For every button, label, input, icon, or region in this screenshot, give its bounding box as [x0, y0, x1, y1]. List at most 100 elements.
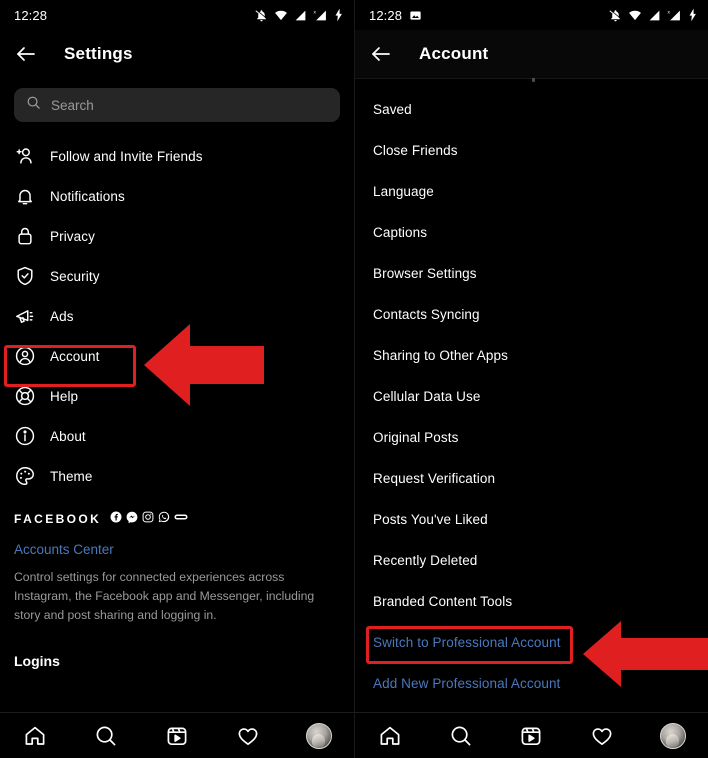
- list-item[interactable]: Language: [355, 171, 708, 212]
- sidebar-item-label: Help: [50, 388, 79, 404]
- dual-screenshot-container: 12:28 x Settings Search Follow and Invit…: [0, 0, 708, 758]
- list-item[interactable]: Sharing to Other Apps: [355, 335, 708, 376]
- list-item[interactable]: Recently Deleted: [355, 540, 708, 581]
- list-item-add-new-professional-account[interactable]: Add New Professional Account: [355, 663, 708, 704]
- facebook-icon: [110, 510, 122, 528]
- palette-icon: [14, 465, 36, 487]
- sidebar-item-label: About: [50, 428, 86, 444]
- back-arrow-icon[interactable]: [369, 42, 393, 66]
- list-item-label: Browser Settings: [373, 266, 477, 281]
- portal-icon: [174, 510, 188, 528]
- status-icons-right: x: [255, 8, 344, 22]
- messenger-icon: [126, 510, 138, 528]
- info-circle-icon: [14, 425, 36, 447]
- facebook-brand-label: FACEBOOK: [14, 512, 102, 526]
- accounts-center-link[interactable]: Accounts Center: [14, 542, 340, 557]
- nav-heart-icon[interactable]: [582, 720, 622, 752]
- bottom-nav-right: [355, 712, 708, 758]
- facebook-description: Control settings for connected experienc…: [14, 570, 315, 622]
- nav-search-icon[interactable]: [86, 720, 126, 752]
- logins-section-title: Logins: [14, 653, 60, 669]
- sidebar-item-label: Security: [50, 268, 100, 284]
- list-item-switch-to-professional-account[interactable]: Switch to Professional Account: [355, 622, 708, 663]
- nav-search-icon[interactable]: [441, 720, 481, 752]
- list-item[interactable]: Close Friends: [355, 130, 708, 171]
- sidebar-item-theme[interactable]: Theme: [0, 456, 354, 496]
- nav-profile-avatar[interactable]: [653, 720, 693, 752]
- shield-check-icon: [14, 265, 36, 287]
- search-bar-wrapper: Search: [0, 78, 354, 122]
- list-item-label: Language: [373, 184, 434, 199]
- sidebar-item-about[interactable]: About: [0, 416, 354, 456]
- battery-charging-icon: [688, 8, 698, 22]
- list-item[interactable]: Contacts Syncing: [355, 294, 708, 335]
- list-item-label: Original Posts: [373, 430, 459, 445]
- svg-text:x: x: [313, 10, 316, 15]
- sidebar-item-label: Notifications: [50, 188, 125, 204]
- status-time: 12:28: [369, 7, 403, 23]
- account-header: Account: [355, 30, 708, 78]
- settings-header: Settings: [0, 30, 354, 78]
- status-bar-left: 12:28 x: [0, 0, 354, 30]
- list-item[interactable]: Saved: [355, 89, 708, 130]
- back-arrow-icon[interactable]: [14, 42, 38, 66]
- account-screen: 12:28 x Account Saved Close Friends Lang…: [354, 0, 708, 758]
- list-item-label: Recently Deleted: [373, 553, 478, 568]
- page-title: Settings: [64, 44, 133, 63]
- status-icons-right: x: [609, 8, 698, 22]
- list-item-label: Posts You've Liked: [373, 512, 488, 527]
- list-item[interactable]: Posts You've Liked: [355, 499, 708, 540]
- search-icon: [26, 95, 41, 115]
- bell-muted-icon: [255, 9, 268, 22]
- list-item-label: Contacts Syncing: [373, 307, 480, 322]
- list-item[interactable]: Cellular Data Use: [355, 376, 708, 417]
- nav-reels-icon[interactable]: [157, 720, 197, 752]
- facebook-section: FACEBOOK Accounts Center Control setting…: [0, 496, 354, 669]
- bell-muted-icon: [609, 9, 622, 22]
- avatar: [659, 722, 686, 749]
- nav-heart-icon[interactable]: [228, 720, 268, 752]
- list-item[interactable]: Branded Content Tools: [355, 581, 708, 622]
- sidebar-item-account[interactable]: Account: [0, 336, 354, 376]
- status-time: 12:28: [14, 7, 48, 23]
- list-item-label: Sharing to Other Apps: [373, 348, 508, 363]
- list-item-label: Cellular Data Use: [373, 389, 481, 404]
- list-item-label: Captions: [373, 225, 428, 240]
- nav-profile-avatar[interactable]: [299, 720, 339, 752]
- list-item[interactable]: Request Verification: [355, 458, 708, 499]
- sidebar-item-follow-and-invite-friends[interactable]: Follow and Invite Friends: [0, 136, 354, 176]
- list-item-label: Switch to Professional Account: [373, 635, 561, 650]
- facebook-family-icons: [110, 510, 188, 528]
- signal-no-sim-icon: x: [667, 9, 682, 22]
- sidebar-item-privacy[interactable]: Privacy: [0, 216, 354, 256]
- account-circle-icon: [14, 345, 36, 367]
- sidebar-item-notifications[interactable]: Notifications: [0, 176, 354, 216]
- sidebar-item-ads[interactable]: Ads: [0, 296, 354, 336]
- facebook-brand-row: FACEBOOK: [14, 510, 340, 528]
- sidebar-item-label: Theme: [50, 468, 93, 484]
- sidebar-item-label: Account: [50, 348, 100, 364]
- list-item[interactable]: Browser Settings: [355, 253, 708, 294]
- battery-charging-icon: [334, 8, 344, 22]
- person-add-icon: [14, 145, 36, 167]
- sidebar-item-security[interactable]: Security: [0, 256, 354, 296]
- list-item-label: Close Friends: [373, 143, 458, 158]
- avatar: [305, 722, 332, 749]
- sidebar-item-help[interactable]: Help: [0, 376, 354, 416]
- lock-icon: [14, 225, 36, 247]
- search-input[interactable]: Search: [14, 88, 340, 122]
- nav-reels-icon[interactable]: [511, 720, 551, 752]
- list-item-label: Request Verification: [373, 471, 496, 486]
- page-title: Account: [419, 44, 489, 63]
- signal-no-sim-icon: x: [313, 9, 328, 22]
- signal-icon: [294, 9, 307, 22]
- list-item[interactable]: Original Posts: [355, 417, 708, 458]
- account-menu-list[interactable]: Saved Close Friends Language Captions Br…: [355, 78, 708, 722]
- scrolled-item-sliver: [355, 78, 708, 89]
- nav-home-icon[interactable]: [15, 720, 55, 752]
- wifi-icon: [274, 9, 288, 22]
- instagram-icon: [142, 510, 154, 528]
- megaphone-icon: [14, 305, 36, 327]
- nav-home-icon[interactable]: [370, 720, 410, 752]
- list-item[interactable]: Captions: [355, 212, 708, 253]
